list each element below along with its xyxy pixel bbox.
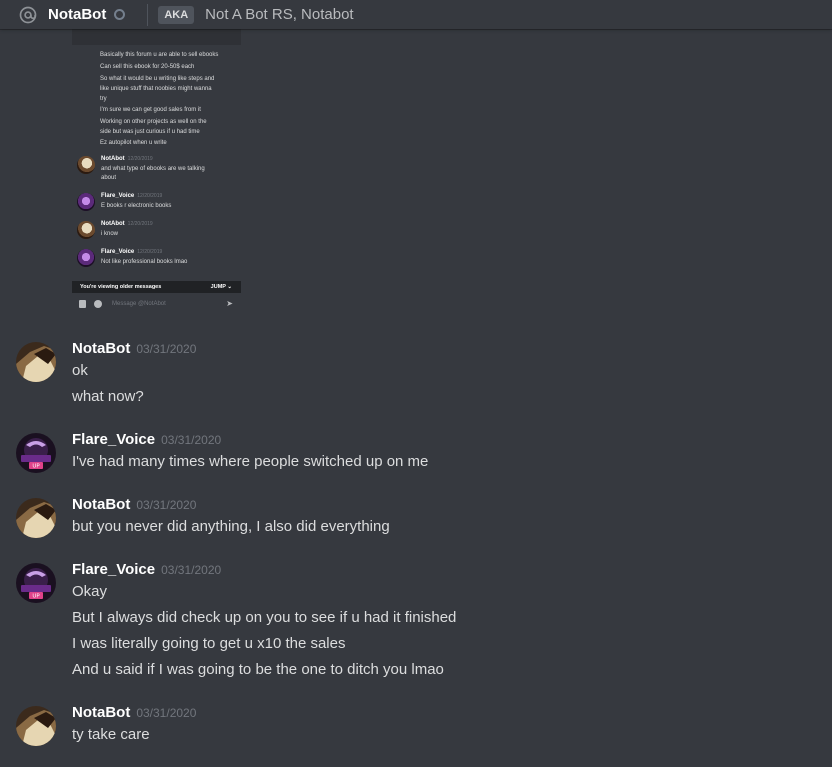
avatar (77, 193, 95, 211)
message-text: Okay (72, 583, 108, 600)
message-author[interactable]: Flare_Voice 03/31/2020 (72, 561, 221, 578)
message-author[interactable]: NotaBot 03/31/2020 (72, 496, 196, 513)
emoji-icon (94, 300, 102, 308)
dm-title: NotaBot (48, 6, 107, 23)
embedded-text-line: side but was just curious if u had time (100, 129, 200, 135)
message-text: ok (72, 362, 88, 379)
jump-button[interactable]: JUMP ⌄ (211, 284, 232, 290)
embedded-text-line: Can sell this ebook for 20-50$ each (100, 64, 195, 70)
message-text: I was literally going to get u x10 the s… (72, 635, 346, 652)
embedded-message-text: Not like professional books lmao (101, 259, 188, 265)
notabot-avatar-image (16, 498, 56, 538)
aka-names: Not A Bot RS, Notabot (205, 6, 354, 23)
status-offline-icon (114, 9, 126, 20)
embedded-message-text: i know (101, 231, 119, 237)
embedded-screenshot[interactable]: Basically this forum u are able to sell … (72, 29, 241, 316)
message-author[interactable]: NotaBot 03/31/2020 (72, 704, 196, 721)
message-text: I've had many times where people switche… (72, 453, 429, 470)
avatar[interactable] (16, 706, 56, 746)
header-divider (147, 3, 149, 26)
embedded-message-text: about (101, 175, 117, 181)
embedded-text-line: try (100, 96, 107, 102)
embedded-top-strip (72, 29, 241, 45)
message-author[interactable]: Flare_Voice 03/31/2020 (72, 431, 221, 448)
at-icon (19, 6, 37, 23)
send-icon: ➤ (226, 299, 233, 308)
notabot-avatar-image (16, 706, 56, 746)
message-timestamp: 03/31/2020 (136, 498, 197, 512)
avatar[interactable]: UP (16, 433, 56, 473)
embedded-text-line: like unique stuff that noobies might wan… (100, 86, 212, 92)
avatar[interactable] (16, 498, 56, 538)
aka-badge: AKA (158, 5, 195, 24)
embedded-text-line: Ez autopilot when u write (100, 140, 167, 146)
upload-icon (79, 300, 86, 308)
message-text: what now? (72, 388, 144, 405)
message-text: And u said if I was going to be the one … (72, 661, 444, 678)
dm-header: NotaBot AKA Not A Bot RS, Notabot (0, 0, 832, 29)
message-timestamp: 03/31/2020 (161, 563, 222, 577)
notabot-avatar-image (16, 342, 56, 382)
message-text: But I always did check up on you to see … (72, 609, 457, 626)
message-text: ty take care (72, 726, 150, 743)
embedded-author: Flare_Voice 12/20/2019 (101, 249, 163, 255)
embedded-input-placeholder: Message @NotAbot (112, 301, 166, 307)
flare-voice-avatar-image: UP (16, 563, 56, 603)
embedded-author: Flare_Voice 12/20/2019 (101, 193, 163, 199)
message-timestamp: 03/31/2020 (161, 433, 222, 447)
message-timestamp: 03/31/2020 (136, 342, 197, 356)
embedded-text-line: I'm sure we can get good sales from it (100, 107, 201, 113)
avatar (77, 249, 95, 267)
embedded-message-text: E books r electronic books (101, 203, 172, 209)
embedded-text-line: Working on other projects as well on the (100, 119, 207, 125)
avatar[interactable]: UP (16, 563, 56, 603)
avatar (77, 221, 95, 239)
embedded-text-line: Basically this forum u are able to sell … (100, 52, 219, 58)
flare-voice-avatar-image: UP (16, 433, 56, 473)
embedded-author: NotAbot 12/20/2019 (101, 221, 153, 227)
embedded-message-text: and what type of ebooks are we talking (101, 166, 205, 172)
avatar (77, 156, 95, 174)
older-messages-bar[interactable]: You're viewing older messages JUMP ⌄ (72, 281, 241, 293)
avatar[interactable] (16, 342, 56, 382)
message-text: but you never did anything, I also did e… (72, 518, 390, 535)
embedded-message-input: Message @NotAbot ➤ (72, 295, 241, 315)
message-author[interactable]: NotaBot 03/31/2020 (72, 340, 196, 357)
svg-text:UP: UP (32, 464, 40, 470)
embedded-text-line: So what it would be u writing like steps… (100, 76, 215, 82)
message-timestamp: 03/31/2020 (136, 706, 197, 720)
svg-text:UP: UP (32, 594, 40, 600)
embedded-author: NotAbot 12/20/2019 (101, 156, 153, 162)
older-messages-label: You're viewing older messages (80, 284, 162, 290)
